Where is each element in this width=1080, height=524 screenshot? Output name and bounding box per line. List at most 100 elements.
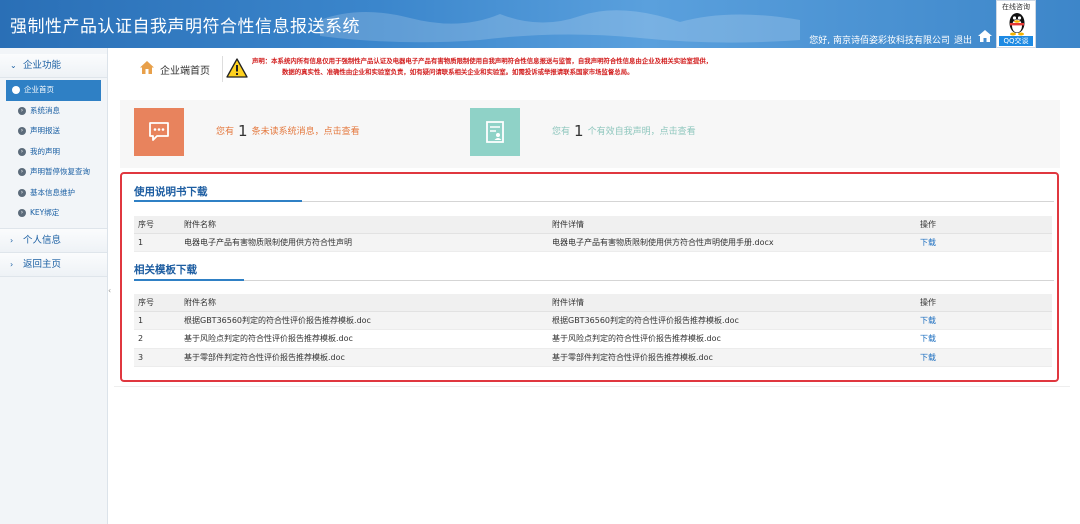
divider [114,386,1070,387]
sidebar-item-suspend-query[interactable]: › 声明暂停恢复查询 [6,162,101,183]
notice-line: 声明：本系统内所有信息仅用于强制性产品认证及电器电子产品有害物质限制使用自我声明… [252,57,713,65]
divider [222,56,223,82]
row-no: 3 [134,348,180,367]
sidebar-item-label: KEY绑定 [30,208,60,217]
bullet-icon: › [18,107,26,115]
sidebar-item-home[interactable]: 企业首页 [6,80,101,101]
templates-title: 相关模板下载 [134,264,197,276]
disclaimer-notice: 声明：本系统内所有信息仅用于强制性产品认证及电器电子产品有害物质限制使用自我声明… [252,56,1062,77]
sidebar-item-label: 声明报送 [30,126,60,135]
download-link[interactable]: 下载 [920,316,936,325]
table-row: 1 根据GBT36560判定的符合性评价报告推荐模板.doc 根据GBT3656… [134,311,1052,330]
sidebar-group-personal[interactable]: › 个人信息 [0,228,107,253]
row-detail: 电器电子产品有害物质限制使用供方符合性声明使用手册.docx [548,233,916,252]
qq-consult-widget[interactable]: 在线咨询 QQ交谈 [996,0,1036,48]
table-header-row: 序号 附件名称 附件详情 操作 [134,294,1052,312]
bullet-icon: › [18,209,26,218]
col-header-action: 操作 [916,216,1052,234]
declaration-count: 1 [574,122,584,140]
row-detail: 根据GBT36560判定的符合性评价报告推荐模板.doc [548,311,916,330]
table-row: 2 基于风险点判定的符合性评价报告推荐模板.doc 基于风险点判定的符合性评价报… [134,329,1052,349]
stat-suffix: 条未读系统消息，点击查看 [251,127,360,137]
row-detail: 基于零部件判定符合性评价报告推荐模板.doc [548,348,916,367]
download-link[interactable]: 下载 [920,334,936,343]
sidebar-item-key-binding[interactable]: › KEY绑定 [6,203,101,224]
logout-link[interactable]: 退出 [954,33,972,46]
sidebar-item-basic-info[interactable]: › 基本信息维护 [6,183,101,204]
row-no: 1 [134,311,180,330]
sidebar-item-label: 基本信息维护 [30,187,75,197]
table-row: 1 电器电子产品有害物质限制使用供方符合性声明 电器电子产品有害物质限制使用供方… [134,233,1052,252]
document-user-icon [486,121,504,143]
bullet-icon: › [18,127,26,136]
download-section: 使用说明书下载 序号 附件名称 附件详情 操作 1 电器电子产品有害物质限制使用… [120,172,1059,382]
row-no: 1 [134,233,180,252]
breadcrumb: 企业端首页 [160,66,210,77]
bullet-icon: › [18,189,26,197]
sidebar: ⌄ 企业功能 企业首页 › 系统消息 › 声明报送 › 我的声明 › 声明暂停恢… [0,48,108,524]
templates-table: 序号 附件名称 附件详情 操作 1 根据GBT36560判定的符合性评价报告推荐… [134,294,1052,367]
chevron-right-icon: › [10,259,14,269]
bullet-icon: › [18,148,26,156]
row-no: 2 [134,329,180,349]
manuals-title: 使用说明书下载 [134,186,208,198]
declaration-icon[interactable] [470,108,520,156]
table-row: 3 基于零部件判定符合性评价报告推荐模板.doc 基于零部件判定符合性评价报告推… [134,348,1052,367]
user-greeting: 您好, 南京诗佰姿彩妆科技有限公司 [809,36,950,46]
unread-count: 1 [238,122,248,140]
home-icon[interactable] [140,61,154,74]
qq-penguin-icon [1009,13,1025,36]
unread-messages-link[interactable]: 您有 1 条未读系统消息，点击查看 [216,122,360,140]
col-header-name: 附件名称 [180,294,548,312]
col-header-no: 序号 [134,294,180,312]
qq-chat-button[interactable]: QQ交谈 [999,36,1033,46]
chevron-right-icon: › [10,235,14,245]
stat-suffix: 个有效自我声明，点击查看 [587,127,696,137]
sidebar-item-submit[interactable]: › 声明报送 [6,121,101,142]
download-link[interactable]: 下载 [920,238,936,247]
row-name: 基于风险点判定的符合性评价报告推荐模板.doc [180,329,548,349]
notice-line: 数据的真实性、准确性由企业和实验室负责，如有疑问请联系相关企业和实验室。如需投诉… [282,67,634,76]
home-icon[interactable] [978,30,992,42]
sidebar-group-label: 企业功能 [23,60,62,71]
app-header: 强制性产品认证自我声明符合性信息报送系统 您好, 南京诗佰姿彩妆科技有限公司 退… [0,0,1080,48]
row-name: 根据GBT36560判定的符合性评价报告推荐模板.doc [180,311,548,330]
section-divider [134,200,1054,202]
summary-panel: 您有 1 条未读系统消息，点击查看 您有 1 个有效自我声明，点击查看 [120,100,1060,168]
row-name: 电器电子产品有害物质限制使用供方符合性声明 [180,233,548,252]
sidebar-group-label: 个人信息 [23,234,62,246]
chevron-down-icon: ⌄ [10,61,17,70]
valid-declarations-link[interactable]: 您有 1 个有效自我声明，点击查看 [552,122,696,140]
bullet-icon [12,86,20,95]
manuals-table: 序号 附件名称 附件详情 操作 1 电器电子产品有害物质限制使用供方符合性声明 … [134,216,1052,252]
sidebar-item-messages[interactable]: › 系统消息 [6,101,101,122]
chat-bubble-icon [149,122,169,141]
sidebar-group-return[interactable]: › 返回主页 [0,252,107,277]
stat-prefix: 您有 [216,127,235,137]
table-header-row: 序号 附件名称 附件详情 操作 [134,216,1052,234]
sidebar-item-label: 系统消息 [30,105,60,115]
app-title: 强制性产品认证自我声明符合性信息报送系统 [10,17,360,37]
sidebar-item-label: 我的声明 [30,146,60,156]
col-header-action: 操作 [916,294,1052,312]
section-divider [134,279,1054,281]
message-icon[interactable] [134,108,184,156]
col-header-no: 序号 [134,216,180,234]
stat-prefix: 您有 [552,127,571,137]
sidebar-item-my-declarations[interactable]: › 我的声明 [6,142,101,163]
world-map-decoration [320,10,800,43]
sidebar-item-label: 企业首页 [24,85,54,94]
breadcrumb-bar: 企业端首页 声明：本系统内所有信息仅用于强制性产品认证及电器电子产品有害物质限制… [130,52,1070,88]
row-name: 基于零部件判定符合性评价报告推荐模板.doc [180,348,548,367]
sidebar-group-label: 返回主页 [23,258,62,270]
row-detail: 基于风险点判定的符合性评价报告推荐模板.doc [548,329,916,349]
col-header-detail: 附件详情 [548,294,916,312]
col-header-name: 附件名称 [180,216,548,234]
col-header-detail: 附件详情 [548,216,916,234]
sidebar-group-enterprise[interactable]: ⌄ 企业功能 [0,54,107,78]
download-link[interactable]: 下载 [920,353,936,362]
bullet-icon: › [18,168,26,177]
warning-icon [226,58,248,78]
sidebar-items: 企业首页 › 系统消息 › 声明报送 › 我的声明 › 声明暂停恢复查询 › 基… [0,78,107,229]
sidebar-item-label: 声明暂停恢复查询 [30,167,90,176]
